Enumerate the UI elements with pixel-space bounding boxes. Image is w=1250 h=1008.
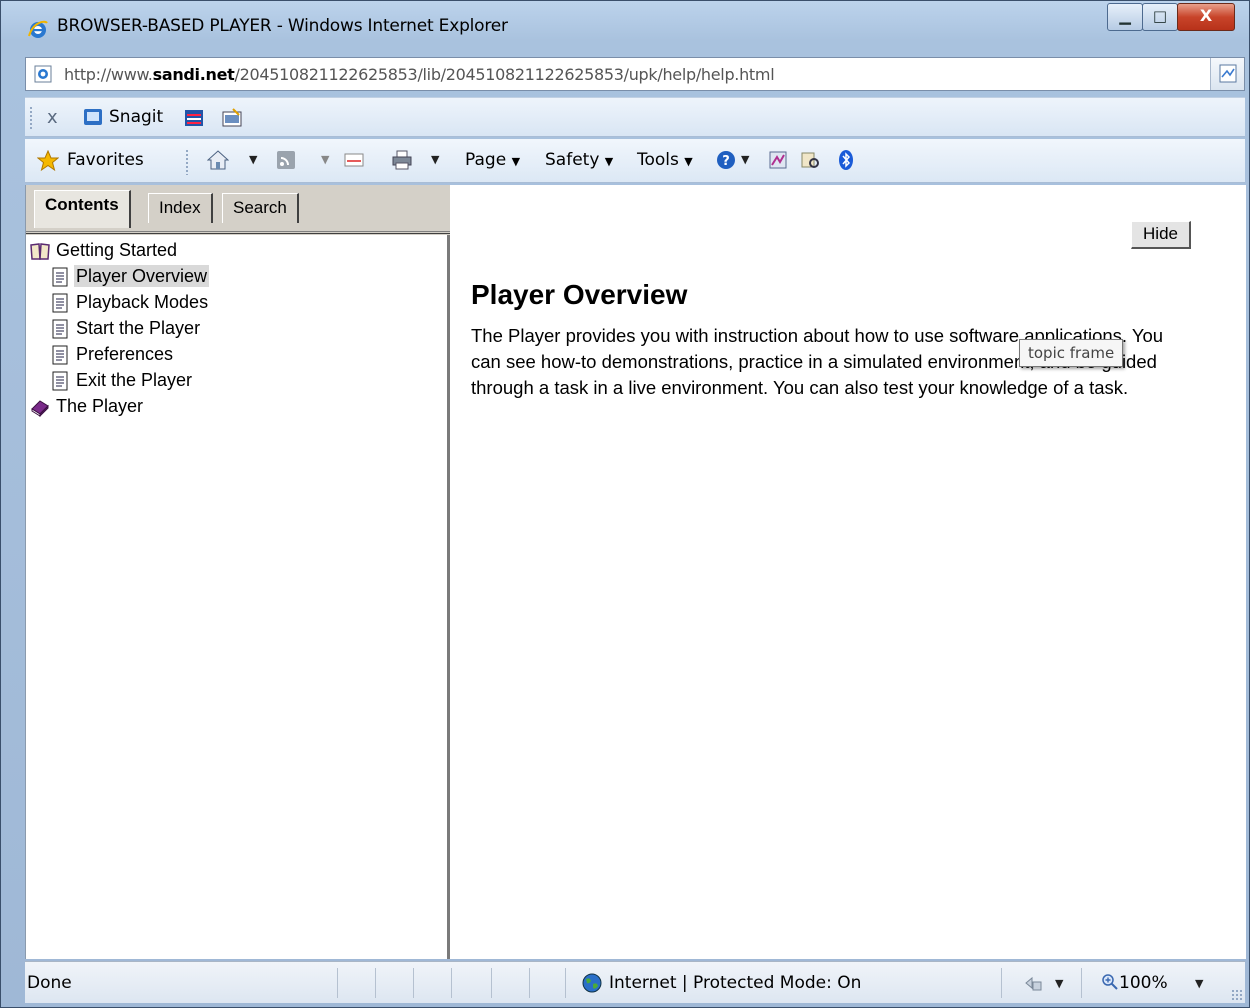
status-divider	[337, 968, 338, 998]
title-bar[interactable]: BROWSER-BASED PLAYER - Windows Internet …	[1, 1, 1249, 55]
topic-frame: Hide Player Overview The Player provides…	[453, 185, 1246, 959]
status-divider	[413, 968, 414, 998]
hide-button[interactable]: Hide	[1131, 221, 1191, 249]
status-text: Done	[27, 973, 72, 993]
resize-grip[interactable]	[1231, 989, 1243, 1001]
tab-search[interactable]: Search	[222, 193, 299, 223]
address-bar[interactable]: http://www.sandi.net/204510821122625853/…	[25, 57, 1245, 91]
page-icon	[34, 65, 52, 83]
url-domain: sandi.net	[152, 65, 235, 84]
tab-contents[interactable]: Contents	[34, 190, 131, 228]
safety-menu-label: Safety	[545, 150, 600, 170]
feeds-icon[interactable]	[275, 149, 297, 171]
status-divider	[375, 968, 376, 998]
tree-item-label: Start the Player	[76, 318, 201, 338]
snagit-button[interactable]: Snagit	[109, 107, 163, 127]
tree-item-label: Getting Started	[56, 240, 178, 260]
tools-menu-arrow: ▼	[684, 155, 693, 168]
closed-book-icon	[31, 400, 49, 417]
close-icon: X	[1199, 6, 1213, 25]
zoom-icon	[1102, 974, 1118, 990]
help-icon[interactable]: ?	[715, 149, 737, 171]
tabs-baseline	[26, 231, 450, 234]
page-menu-label: Page	[465, 150, 507, 170]
help-tabs: Contents Index Search	[26, 185, 450, 235]
page-content: Contents Index Search Getting Started Pl…	[25, 185, 1246, 959]
tooltip: topic frame	[1019, 339, 1124, 367]
zoom-value: 100%	[1119, 973, 1168, 993]
zoom-dropdown[interactable]: ▼	[1195, 977, 1203, 990]
privacy-icon[interactable]	[1023, 973, 1043, 993]
help-dropdown[interactable]: ▼	[741, 153, 749, 166]
privacy-dropdown[interactable]: ▼	[1055, 977, 1063, 990]
page-menu-arrow: ▼	[511, 155, 521, 168]
print-dropdown[interactable]: ▼	[431, 153, 439, 166]
snagit-logo-icon	[84, 109, 102, 125]
status-bar: Done Internet | Protected Mode: On ▼ 100…	[25, 961, 1245, 1003]
help-navigation-pane: Contents Index Search Getting Started Pl…	[26, 185, 450, 959]
research-icon[interactable]	[767, 149, 789, 171]
safety-menu[interactable]: Safety ▼	[545, 150, 613, 170]
url-prefix: http://www.	[64, 65, 153, 84]
document-icon	[52, 371, 68, 391]
tree-item-label: Player Overview	[74, 265, 210, 287]
snagit-toolbar: x Snagit	[25, 97, 1245, 137]
toolbar-separator	[185, 149, 189, 175]
snagit-capture-icon[interactable]	[183, 107, 205, 129]
minimize-button[interactable]: ▁	[1107, 3, 1143, 31]
close-button[interactable]: X	[1177, 3, 1235, 31]
document-icon	[52, 319, 68, 339]
tree-item-label: Preferences	[76, 344, 174, 364]
status-divider	[1081, 968, 1082, 998]
security-zone[interactable]: Internet | Protected Mode: On	[609, 973, 861, 993]
zoom-level[interactable]: 100%	[1101, 973, 1168, 993]
open-book-icon	[30, 243, 50, 260]
ie-logo-icon	[28, 20, 48, 38]
tools-menu[interactable]: Tools ▼	[637, 150, 693, 170]
print-icon[interactable]	[391, 149, 413, 171]
snagit-editor-icon[interactable]	[221, 107, 243, 129]
compatibility-view-icon	[1219, 64, 1237, 83]
status-divider	[1001, 968, 1002, 998]
compatibility-view-button[interactable]	[1210, 58, 1244, 90]
home-dropdown[interactable]: ▼	[249, 153, 257, 166]
document-icon	[52, 345, 68, 365]
svg-text:?: ?	[722, 154, 730, 169]
toolbar-grip[interactable]	[29, 106, 33, 130]
tab-index[interactable]: Index	[148, 193, 213, 223]
window-title: BROWSER-BASED PLAYER - Windows Internet …	[57, 16, 508, 36]
snagit-close-button[interactable]: x	[47, 107, 58, 128]
add-on-icon[interactable]	[799, 149, 821, 171]
maximize-button[interactable]: □	[1142, 3, 1178, 31]
status-divider	[451, 968, 452, 998]
tree-item-label: The Player	[56, 396, 144, 416]
favorites-star-icon	[37, 150, 59, 172]
feeds-dropdown[interactable]: ▼	[321, 153, 329, 166]
status-divider	[491, 968, 492, 998]
minimize-icon: ▁	[1119, 7, 1131, 25]
browser-window: BROWSER-BASED PLAYER - Windows Internet …	[0, 0, 1250, 1008]
url-path: /204510821122625853/lib/2045108211226258…	[234, 65, 775, 84]
favorites-button[interactable]: Favorites	[67, 150, 144, 170]
caption-buttons: ▁ □ X	[1107, 3, 1235, 33]
document-icon	[52, 267, 68, 287]
home-icon[interactable]	[207, 149, 229, 171]
safety-menu-arrow: ▼	[604, 155, 614, 168]
mail-icon[interactable]	[343, 149, 365, 171]
topic-title: Player Overview	[471, 279, 688, 310]
tools-menu-label: Tools	[637, 150, 679, 170]
status-divider	[565, 968, 566, 998]
document-icon	[52, 293, 68, 313]
page-menu[interactable]: Page ▼	[465, 150, 520, 170]
status-divider	[529, 968, 530, 998]
url-text[interactable]: http://www.sandi.net/204510821122625853/…	[64, 65, 775, 84]
tree-item-label: Playback Modes	[76, 292, 209, 312]
bluetooth-icon[interactable]	[835, 149, 857, 171]
internet-zone-icon	[582, 973, 602, 993]
command-bar: Favorites ▼ ▼ ▼ Page ▼ Safety ▼ Tools ▼	[25, 139, 1245, 183]
maximize-icon: □	[1152, 7, 1168, 25]
tree-item-label: Exit the Player	[76, 370, 193, 390]
